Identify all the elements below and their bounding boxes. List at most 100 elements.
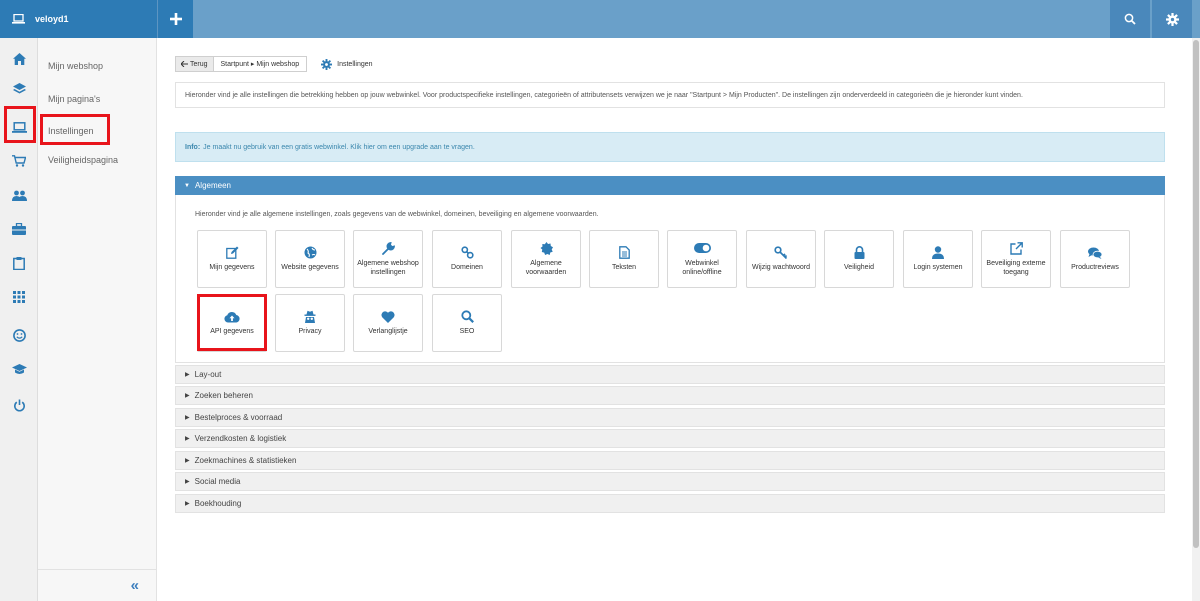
top-bar: veloyd1 (0, 0, 1200, 38)
section-label: Social media (194, 477, 241, 486)
tile-label: Verlanglijstje (368, 328, 408, 336)
cart-icon (12, 155, 26, 167)
tile-login-systemen[interactable]: Login systemen (903, 230, 973, 288)
section-boekhouding[interactable]: ▶ Boekhouding (175, 494, 1165, 513)
smiley-icon (12, 328, 26, 342)
tile-mijn-gegevens[interactable]: Mijn gegevens (197, 230, 267, 288)
tile-label: Privacy (298, 328, 322, 336)
file-icon (618, 246, 630, 260)
section-lay-out[interactable]: ▶ Lay-out (175, 365, 1165, 384)
spy-icon (304, 311, 316, 324)
power-icon (13, 399, 25, 412)
page-title-label: Instellingen (337, 60, 373, 68)
info-alert[interactable]: Info: Je maakt nu gebruik van een gratis… (175, 132, 1165, 162)
settings-button[interactable] (1152, 0, 1192, 38)
intro-text: Hieronder vind je alle instellingen die … (175, 82, 1165, 108)
tile-veiligheid[interactable]: Veiligheid (824, 230, 894, 288)
caret-right-icon: ▶ (185, 436, 190, 442)
tile-algemene-webshop-instellingen[interactable]: Algemene webshop instellingen (353, 230, 423, 288)
search-button[interactable] (1110, 0, 1150, 38)
tile-label: Beveiliging externe toegang (986, 259, 1046, 276)
tile-webwinkel-online-offline[interactable]: Webwinkel online/offline (667, 230, 737, 288)
tile-label: Algemene voorwaarden (525, 259, 567, 276)
rail-support[interactable] (0, 318, 38, 352)
rail-layers[interactable] (0, 72, 38, 106)
tile-domeinen[interactable]: Domeinen (432, 230, 502, 288)
rail-users[interactable] (0, 178, 38, 212)
tile-privacy[interactable]: Privacy (275, 294, 345, 352)
tile-verlanglijstje[interactable]: Verlanglijstje (353, 294, 423, 352)
tile-beveiliging-externe-toegang[interactable]: Beveiliging externe toegang (981, 230, 1051, 288)
edit-icon (225, 246, 238, 260)
tile-label: Wijzig wachtwoord (752, 264, 810, 272)
section-label: Boekhouding (194, 499, 242, 508)
panel-header-algemeen[interactable]: ▼ Algemeen (175, 176, 1165, 195)
tile-label: Website gegevens (281, 264, 339, 272)
back-label: Terug (190, 60, 208, 68)
submenu-item-mijn-paginas[interactable]: Mijn pagina's (48, 94, 100, 104)
collapse-sidebar-button[interactable]: « (38, 569, 157, 601)
tile-label: Algemene webshop instellingen (357, 259, 419, 276)
rail-logout[interactable] (0, 388, 38, 422)
highlight-rail-webshop (4, 106, 36, 143)
section-social-media[interactable]: ▶ Social media (175, 472, 1165, 491)
rail-briefcase[interactable] (0, 212, 38, 246)
caret-right-icon: ▶ (185, 415, 190, 421)
tile-label: Mijn gegevens (209, 264, 255, 272)
tile-label: Productreviews (1071, 264, 1119, 272)
back-button[interactable]: Terug (176, 57, 214, 71)
gear-icon (1165, 12, 1179, 26)
submenu-item-mijn-webshop[interactable]: Mijn webshop (48, 61, 103, 71)
plus-icon (169, 13, 182, 25)
breadcrumb-path[interactable]: Startpunt ▸ Mijn webshop (214, 60, 307, 68)
key-icon (774, 246, 788, 260)
tile-seo[interactable]: SEO (432, 294, 502, 352)
rail-clipboard[interactable] (0, 246, 38, 280)
certificate-icon (540, 241, 553, 255)
tile-label: SEO (459, 328, 475, 336)
laptop-icon (12, 14, 25, 24)
add-button[interactable] (157, 0, 193, 38)
section-verzendkosten-logistiek[interactable]: ▶ Verzendkosten & logistiek (175, 429, 1165, 448)
caret-right-icon: ▶ (185, 501, 190, 507)
heart-icon (381, 311, 395, 323)
toggle-icon (693, 243, 711, 254)
tile-algemene-voorwaarden[interactable]: Algemene voorwaarden (511, 230, 581, 288)
tile-label: Domeinen (451, 264, 483, 272)
caret-right-icon: ▶ (185, 372, 190, 378)
info-message[interactable]: Je maakt nu gebruik van een gratis webwi… (203, 144, 475, 151)
highlight-instellingen (40, 114, 110, 145)
submenu-item-veiligheidspagina[interactable]: Veiligheidspagina (48, 155, 118, 165)
rail-apps[interactable] (0, 280, 38, 314)
rail-home[interactable] (0, 42, 38, 76)
gear-icon (321, 58, 333, 70)
tile-label: Login systemen (913, 264, 963, 272)
breadcrumb-box: Terug Startpunt ▸ Mijn webshop (175, 56, 308, 72)
tile-productreviews[interactable]: Productreviews (1060, 230, 1130, 288)
info-prefix: Info: (185, 143, 201, 151)
scrollbar[interactable] (1192, 38, 1200, 601)
section-bestelproces-voorraad[interactable]: ▶ Bestelproces & voorraad (175, 408, 1165, 427)
tile-website-gegevens[interactable]: Website gegevens (275, 230, 345, 288)
rail-cart[interactable] (0, 144, 38, 178)
caret-right-icon: ▶ (185, 393, 190, 399)
panel-title: Algemeen (194, 181, 231, 190)
tile-wijzig-wachtwoord[interactable]: Wijzig wachtwoord (746, 230, 816, 288)
tile-teksten[interactable]: Teksten (589, 230, 659, 288)
scrollbar-thumb[interactable] (1193, 40, 1199, 548)
globe-icon (304, 246, 316, 259)
rail-academy[interactable] (0, 352, 38, 386)
site-switcher[interactable]: veloyd1 (0, 0, 157, 38)
user-icon (932, 246, 944, 260)
tile-label: Teksten (611, 264, 637, 272)
home-icon (12, 53, 26, 65)
comments-icon (1088, 247, 1102, 259)
tile-label: Webwinkel online/offline (682, 259, 722, 276)
section-label: Zoeken beheren (194, 391, 253, 400)
section-zoekmachines-statistieken[interactable]: ▶ Zoekmachines & statistieken (175, 451, 1165, 470)
clipboard-icon (13, 256, 25, 270)
caret-right-icon: ▶ (185, 458, 190, 464)
section-label: Verzendkosten & logistiek (194, 434, 287, 443)
section-label: Zoekmachines & statistieken (194, 456, 297, 465)
section-zoeken-beheren[interactable]: ▶ Zoeken beheren (175, 386, 1165, 405)
